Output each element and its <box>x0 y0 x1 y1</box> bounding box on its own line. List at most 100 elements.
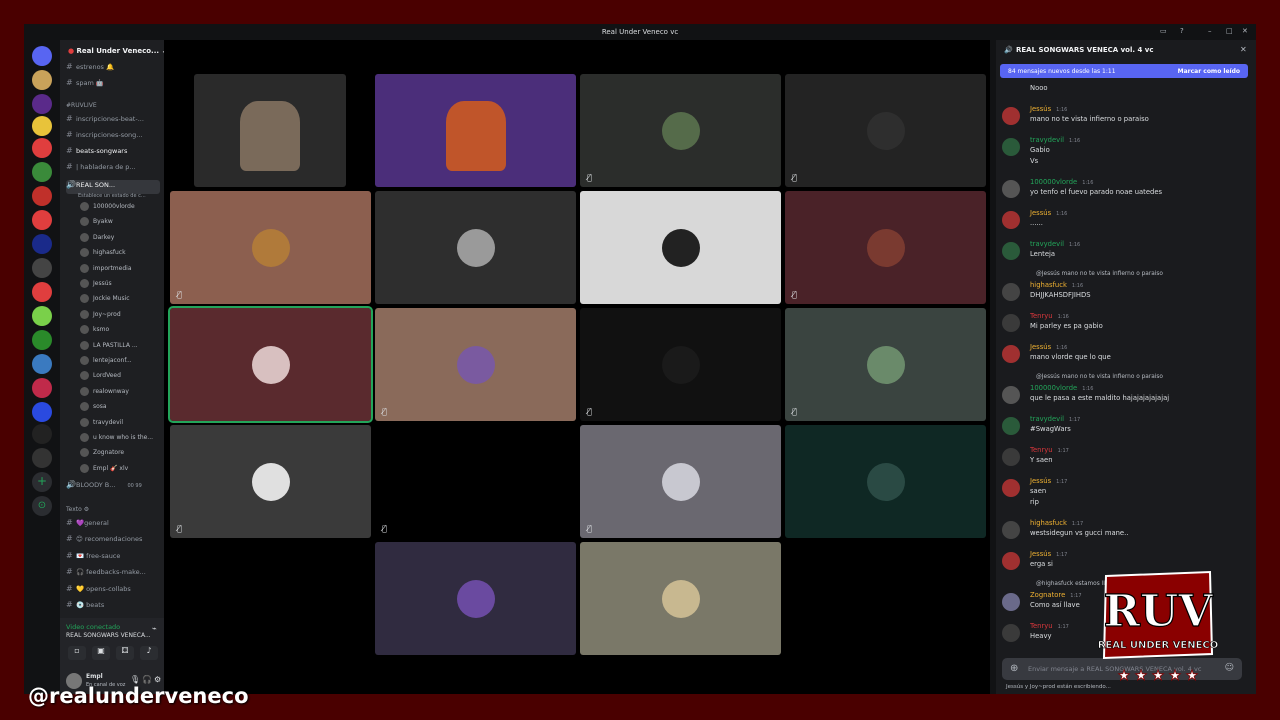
avatar[interactable] <box>1002 593 1020 611</box>
chat-message[interactable]: Jessús 1:16 mano no te vista infierno o pa… <box>1002 105 1248 126</box>
server-icon[interactable] <box>32 94 52 114</box>
message-author[interactable]: Jessús <box>1030 209 1051 217</box>
chat-message[interactable]: Jessús 1:17 saen rip <box>1002 477 1248 509</box>
chat-message[interactable]: Tenryu 1:16 Mi parley es pa gabio <box>1002 312 1248 333</box>
message-author[interactable]: travydevil <box>1030 415 1064 423</box>
emoji-icon[interactable]: ☺ <box>1225 663 1234 673</box>
participant-video-tile[interactable]: 🎙̸ <box>375 425 576 538</box>
participant-video-tile[interactable]: 🎙̸ <box>785 308 986 421</box>
soundboard-icon[interactable]: ♪ <box>140 646 158 660</box>
mark-read-button[interactable]: Marcar como leído <box>1178 68 1240 75</box>
disconnect-icon[interactable]: ⌁ <box>152 624 157 633</box>
message-author[interactable]: travydevil <box>1030 240 1064 248</box>
voice-user[interactable]: Jockie Music <box>80 294 160 308</box>
server-icon[interactable] <box>32 186 52 206</box>
chat-message[interactable]: Jessús 1:16 mano vlorde que lo que <box>1002 343 1248 364</box>
chat-message[interactable]: @Jessús mano no te vista infierno o para… <box>1002 271 1248 302</box>
message-author[interactable]: Jessús <box>1030 105 1051 113</box>
participant-video-tile[interactable]: 🎙̸ <box>170 191 371 304</box>
avatar[interactable] <box>1002 521 1020 539</box>
message-author[interactable]: travydevil <box>1030 136 1064 144</box>
message-author[interactable]: Tenryu <box>1030 312 1053 320</box>
avatar[interactable] <box>1002 314 1020 332</box>
avatar[interactable] <box>1002 138 1020 156</box>
maximize-icon[interactable]: □ <box>1226 27 1233 35</box>
server-icon[interactable] <box>32 234 52 254</box>
avatar[interactable] <box>1002 345 1020 363</box>
avatar[interactable] <box>1002 624 1020 642</box>
settings-gear-icon[interactable]: ⚙ <box>154 675 161 684</box>
avatar[interactable] <box>1002 211 1020 229</box>
server-icon[interactable] <box>32 138 52 158</box>
message-author[interactable]: 100000vlorde <box>1030 178 1077 186</box>
channel-item[interactable]: # inscripciones-song... <box>66 130 160 144</box>
participant-video-tile[interactable] <box>168 306 373 423</box>
voice-user[interactable]: 100000vlorde <box>80 202 160 216</box>
participant-video-tile[interactable]: 🎙̸ <box>580 74 781 187</box>
channel-item[interactable]: # spam 🤖 <box>66 78 160 92</box>
channel-item[interactable]: # estrenos 🔔 <box>66 62 160 76</box>
chat-message[interactable]: travydevil 1:17 #SwagWars <box>1002 415 1248 436</box>
message-author[interactable]: Tenryu <box>1030 446 1053 454</box>
chat-message[interactable]: @Jessús mano no te vista infierno o para… <box>1002 374 1248 405</box>
voice-channel-bloody[interactable]: 🔊BLOODY B... 00 99 <box>66 480 160 494</box>
category-ruvlive[interactable]: #RUVLIVE <box>66 102 97 109</box>
channel-item[interactable]: # 😊 recomendaciones <box>66 534 160 548</box>
voice-channel-label[interactable]: REAL SONGWARS VENECA... <box>66 632 151 639</box>
server-icon[interactable] <box>32 306 52 326</box>
participant-video-tile[interactable]: 🎙̸ <box>580 425 781 538</box>
add-attachment-icon[interactable]: ⊕ <box>1010 663 1018 674</box>
participant-video-tile[interactable]: 🎙̸ <box>170 425 371 538</box>
chat-message[interactable]: travydevil 1:16 Lenteja <box>1002 240 1248 261</box>
message-author[interactable]: 100000vlorde <box>1030 384 1077 392</box>
participant-video-tile[interactable] <box>580 191 781 304</box>
server-icon[interactable] <box>32 282 52 302</box>
inbox-icon[interactable]: ▭ <box>1160 27 1167 35</box>
message-author[interactable]: Jessús <box>1030 550 1051 558</box>
server-icon[interactable] <box>32 330 52 350</box>
voice-user[interactable]: Darkey <box>80 232 160 247</box>
close-window-icon[interactable]: ✕ <box>1242 27 1248 35</box>
participant-video-tile[interactable]: 🎙̸ <box>375 308 576 421</box>
help-icon[interactable]: ? <box>1180 27 1184 35</box>
activity-icon[interactable]: ⚃ <box>116 646 134 660</box>
voice-user[interactable]: Empl 🎸 xlv <box>80 463 160 478</box>
reply-preview[interactable]: @Jessús mano no te vista infierno o para… <box>1036 271 1163 277</box>
channel-item[interactable]: # 🎧 feedbacks-make... <box>66 567 160 581</box>
avatar[interactable] <box>1002 283 1020 301</box>
voice-user[interactable]: Byakw <box>80 217 160 231</box>
participant-video-tile[interactable] <box>375 191 576 304</box>
participant-video-tile[interactable]: 🎙̸ <box>580 308 781 421</box>
explore-icon[interactable]: ⊙ <box>32 496 52 516</box>
message-author[interactable]: highasfuck <box>1030 519 1067 527</box>
minimize-icon[interactable]: – <box>1208 27 1212 35</box>
participant-video-tile[interactable]: 🎙̸ <box>785 191 986 304</box>
chat-message[interactable]: travydevil 1:16 Gabio Vs <box>1002 136 1248 168</box>
server-icon[interactable] <box>32 210 52 230</box>
message-author[interactable]: Tenryu <box>1030 622 1053 630</box>
voice-user[interactable]: highasfuck <box>80 248 160 262</box>
chat-message[interactable]: highasfuck 1:17 westsidegun vs gucci mane.… <box>1002 519 1248 540</box>
message-author[interactable]: Jessús <box>1030 477 1051 485</box>
voice-user[interactable]: Joy~prod <box>80 309 160 324</box>
avatar[interactable] <box>1002 479 1020 497</box>
avatar[interactable] <box>1002 552 1020 570</box>
server-icon[interactable] <box>32 70 52 90</box>
server-icon[interactable] <box>32 354 52 374</box>
participant-video-tile[interactable]: 🎙̸ <box>785 74 986 187</box>
headphones-icon[interactable]: 🎧 <box>142 675 152 684</box>
avatar[interactable] <box>1002 242 1020 260</box>
avatar[interactable] <box>1002 386 1020 404</box>
participant-video-tile[interactable] <box>580 542 781 655</box>
voice-user[interactable]: Jessús <box>80 279 160 293</box>
voice-user[interactable]: LordVeed <box>80 371 160 385</box>
channel-item[interactable]: # inscripciones-beat-... <box>66 114 160 128</box>
microphone-icon[interactable]: 🎙 <box>130 675 140 684</box>
voice-user[interactable]: ksmo <box>80 325 160 339</box>
voice-user[interactable]: travydevil <box>80 417 160 432</box>
chat-message[interactable]: Tenryu 1:17 Y saen <box>1002 446 1248 467</box>
message-author[interactable]: Zognatore <box>1030 591 1065 599</box>
avatar[interactable] <box>1002 448 1020 466</box>
chat-message[interactable]: Jessús 1:16...... <box>1002 209 1248 230</box>
message-author[interactable]: Jessús <box>1030 343 1051 351</box>
